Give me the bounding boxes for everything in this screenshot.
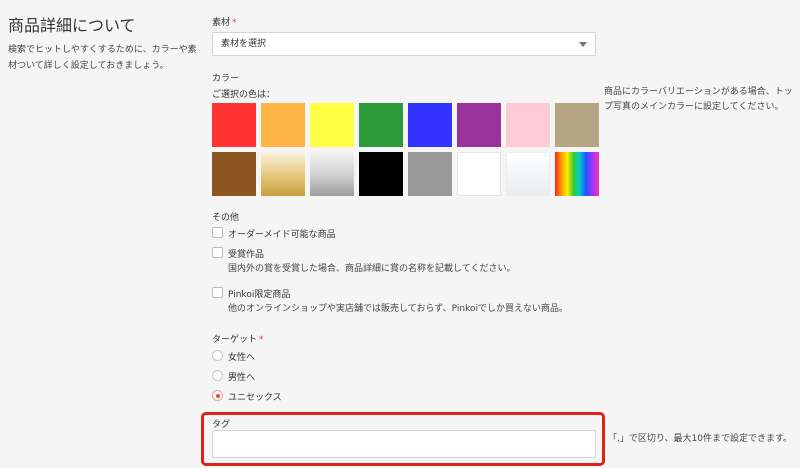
tag-hint: 「,」で区切り、最大10件まで設定できます。	[608, 434, 793, 444]
section-title: 商品詳細について	[8, 16, 136, 35]
award-label: 受賞作品	[228, 250, 265, 260]
radio-selected-dot	[215, 393, 220, 398]
color-swatch-green[interactable]	[359, 103, 403, 147]
color-swatch-pink[interactable]	[506, 103, 550, 147]
material-label: 素材 *	[212, 18, 237, 28]
color-swatch-orange[interactable]	[261, 103, 305, 147]
color-swatch-multicolor[interactable]	[555, 152, 599, 196]
pinkoi-exclusive-checkbox[interactable]	[212, 287, 223, 298]
color-swatch-gray[interactable]	[408, 152, 452, 196]
target-unisex-radio[interactable]	[212, 390, 223, 401]
color-swatch-gold[interactable]	[261, 152, 305, 196]
color-swatch-clear[interactable]	[506, 152, 550, 196]
color-selected-label: ご選択の色は：	[212, 90, 276, 100]
color-swatch-blue[interactable]	[408, 103, 452, 147]
color-swatch-red[interactable]	[212, 103, 256, 147]
target-men-radio[interactable]	[212, 370, 223, 381]
required-mark: *	[259, 335, 264, 345]
required-mark: *	[232, 18, 237, 28]
color-swatch-silver[interactable]	[310, 152, 354, 196]
section-description: 検索でヒットしやすくするために、カラーや素材ついて詳しく設定しておきましょう。	[8, 45, 197, 71]
color-swatch-purple[interactable]	[457, 103, 501, 147]
tag-input[interactable]	[212, 430, 596, 458]
target-unisex-label: ユニセックス	[228, 393, 282, 403]
color-swatch-yellow[interactable]	[310, 103, 354, 147]
material-select-value: 素材を選択	[221, 39, 267, 49]
target-women-label: 女性へ	[228, 353, 256, 363]
custom-order-label: オーダーメイド可能な商品	[228, 230, 336, 240]
award-hint: 国内外の賞を受賞した場合、商品詳細に賞の名称を記載してください。	[228, 264, 516, 274]
target-women-radio[interactable]	[212, 350, 223, 361]
color-swatch-beige[interactable]	[555, 103, 599, 147]
other-label: その他	[212, 213, 240, 223]
tag-label: タグ	[212, 420, 231, 430]
chevron-down-icon	[579, 42, 587, 47]
custom-order-checkbox[interactable]	[212, 227, 223, 238]
award-checkbox[interactable]	[212, 247, 223, 258]
target-men-label: 男性へ	[228, 373, 256, 383]
material-select[interactable]: 素材を選択	[212, 32, 596, 56]
pinkoi-exclusive-hint: 他のオンラインショップや実店舗では販売しておらず、Pinkoiでしか買えない商品…	[228, 304, 568, 314]
color-hint: 商品にカラーバリエーションがある場合、トップ写真のメインカラーに設定してください…	[604, 87, 793, 112]
pinkoi-exclusive-label: Pinkoi限定商品	[228, 290, 291, 300]
color-label: カラー	[212, 74, 240, 84]
target-label: ターゲット *	[212, 335, 264, 345]
color-swatch-white[interactable]	[457, 152, 501, 196]
color-swatch-brown[interactable]	[212, 152, 256, 196]
color-swatch-black[interactable]	[359, 152, 403, 196]
